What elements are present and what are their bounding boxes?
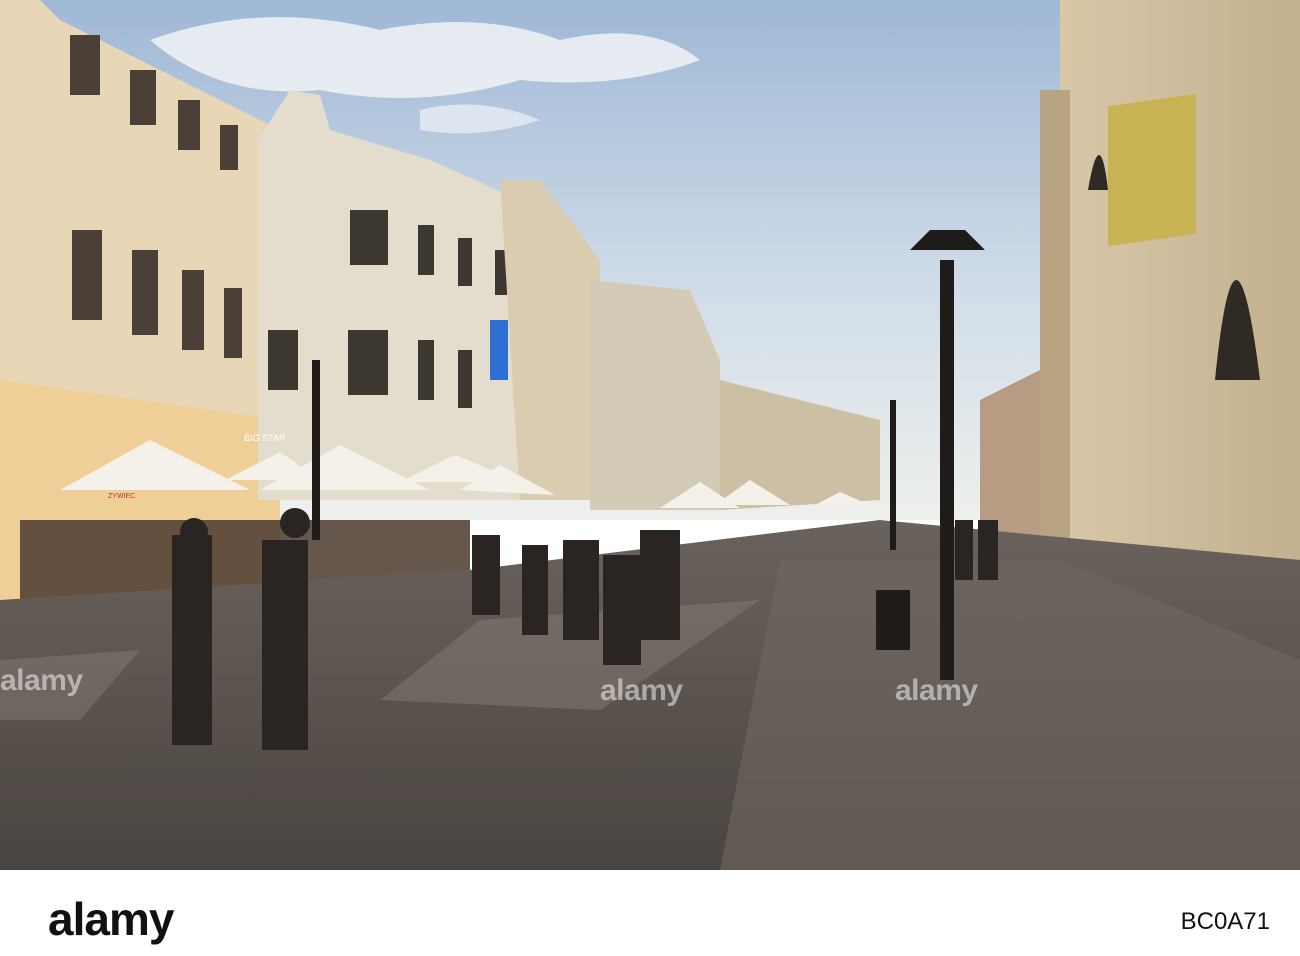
banner xyxy=(1108,93,1196,247)
image-id: BC0A71 xyxy=(1180,908,1270,935)
blue-sign xyxy=(490,320,508,380)
sign-big-star: BIG STAR xyxy=(244,433,286,443)
footer-logo: alamy xyxy=(48,893,174,945)
watermark-center: alamy xyxy=(600,674,683,707)
footer-bar xyxy=(0,870,1300,956)
sign-zywiec: ZYWIEC xyxy=(108,493,135,500)
street-photo: alamy alamy alamy BIG STAR ZYWIEC xyxy=(0,0,1300,870)
watermark-left: alamy xyxy=(0,664,83,697)
building-4 xyxy=(590,280,720,510)
right-building-side xyxy=(1040,90,1070,560)
watermark-right: alamy xyxy=(895,674,978,707)
